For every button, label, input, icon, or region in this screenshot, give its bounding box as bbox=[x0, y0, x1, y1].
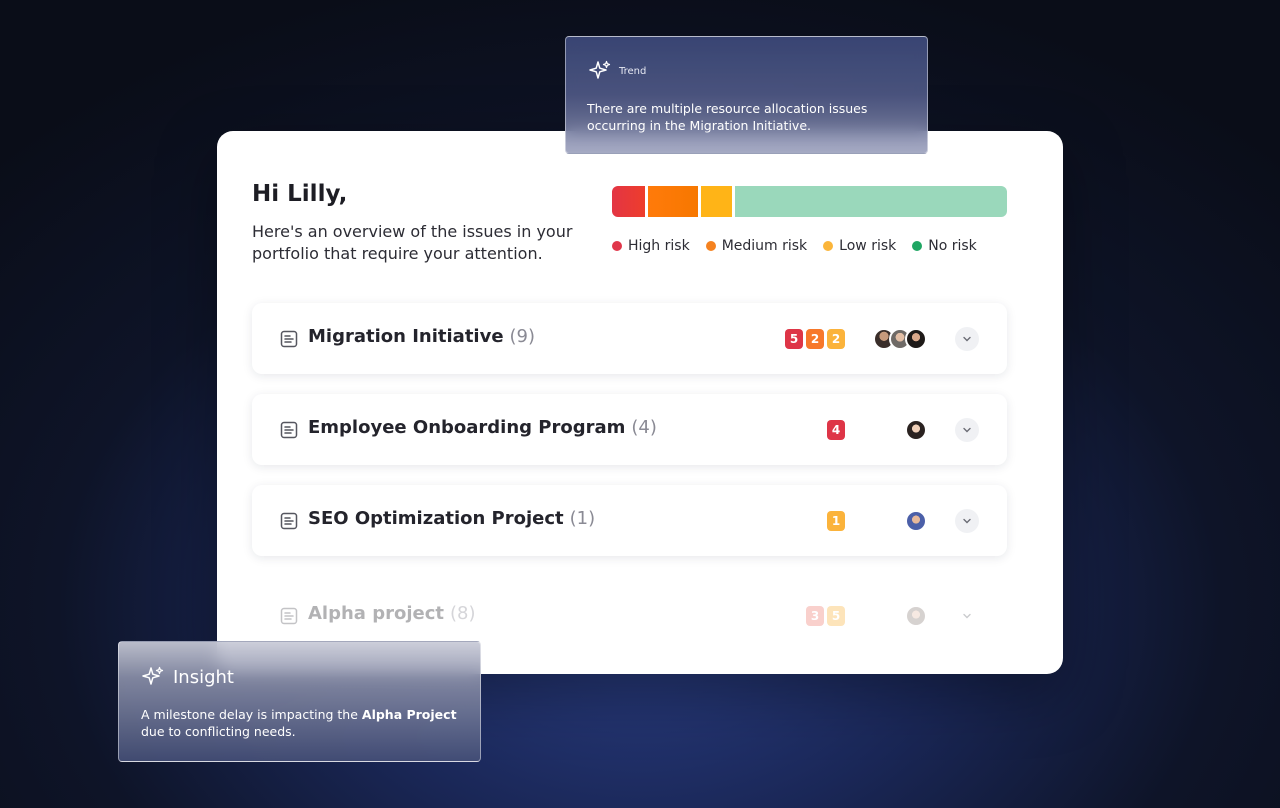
expand-button[interactable] bbox=[955, 604, 979, 628]
low-risk-badge: 5 bbox=[827, 606, 845, 626]
expand-button[interactable] bbox=[955, 327, 979, 351]
insight-label: Insight bbox=[173, 667, 234, 688]
insight-text-before: A milestone delay is impacting the bbox=[141, 707, 362, 722]
risk-bar-medium bbox=[648, 186, 698, 217]
chevron-down-icon bbox=[963, 613, 971, 619]
avatar bbox=[905, 419, 927, 441]
project-row-employee-onboarding[interactable]: Employee Onboarding Program (4) 4 bbox=[252, 394, 1007, 465]
project-name: Alpha project (8) bbox=[308, 603, 476, 624]
document-icon bbox=[280, 421, 298, 439]
insight-text-after: due to conflicting needs. bbox=[141, 724, 296, 739]
risk-legend: High risk Medium risk Low risk No risk bbox=[612, 238, 977, 254]
avatar bbox=[905, 510, 927, 532]
legend-label: No risk bbox=[928, 238, 977, 254]
legend-label: Medium risk bbox=[721, 238, 808, 254]
document-icon bbox=[280, 330, 298, 348]
legend-dot-icon bbox=[912, 241, 923, 251]
trend-callout: Trend There are multiple resource alloca… bbox=[565, 36, 928, 154]
issue-count: (4) bbox=[631, 417, 657, 438]
project-row-seo-optimization[interactable]: SEO Optimization Project (1) 1 bbox=[252, 485, 1007, 556]
issue-count: (8) bbox=[450, 603, 476, 624]
issue-count: (1) bbox=[569, 508, 596, 529]
legend-item-medium: Medium risk bbox=[705, 238, 808, 254]
document-icon bbox=[280, 607, 298, 625]
greeting-heading: Hi Lilly, bbox=[252, 181, 348, 207]
trend-label: Trend bbox=[619, 66, 647, 77]
assignee-avatars bbox=[905, 605, 927, 627]
low-risk-badge: 2 bbox=[827, 329, 845, 349]
legend-label: Low risk bbox=[839, 238, 897, 254]
project-row-migration-initiative[interactable]: Migration Initiative (9) 5 2 2 bbox=[252, 303, 1007, 374]
legend-item-low: Low risk bbox=[823, 238, 896, 254]
assignee-avatars bbox=[873, 328, 927, 350]
issue-count: (9) bbox=[509, 326, 536, 347]
expand-button[interactable] bbox=[955, 509, 979, 533]
legend-dot-icon bbox=[705, 241, 716, 251]
legend-dot-icon bbox=[823, 241, 834, 251]
legend-dot-icon bbox=[612, 241, 622, 251]
assignee-avatars bbox=[905, 419, 927, 441]
risk-bar-high bbox=[612, 186, 645, 217]
sparkle-icon bbox=[589, 60, 611, 79]
insight-text: A milestone delay is impacting the Alpha… bbox=[141, 706, 461, 740]
high-risk-badge: 4 bbox=[827, 420, 845, 440]
risk-bar-low bbox=[701, 186, 732, 217]
project-name: Employee Onboarding Program (4) bbox=[308, 417, 657, 438]
project-name: Migration Initiative (9) bbox=[308, 326, 535, 347]
high-risk-badge: 3 bbox=[806, 606, 824, 626]
risk-badges: 1 bbox=[827, 511, 845, 531]
medium-risk-badge: 2 bbox=[806, 329, 824, 349]
portfolio-overview-card: Hi Lilly, Here's an overview of the issu… bbox=[217, 131, 1063, 674]
risk-bar-none bbox=[735, 186, 1007, 217]
legend-label: High risk bbox=[628, 238, 690, 254]
insight-callout: Insight A milestone delay is impacting t… bbox=[118, 641, 481, 762]
document-icon bbox=[280, 512, 298, 530]
high-risk-badge: 5 bbox=[785, 329, 803, 349]
project-name: SEO Optimization Project (1) bbox=[308, 508, 595, 529]
chevron-down-icon bbox=[963, 427, 971, 433]
risk-badges: 3 5 bbox=[806, 606, 845, 626]
legend-item-none: No risk bbox=[912, 238, 977, 254]
trend-text: There are multiple resource allocation i… bbox=[587, 101, 868, 133]
chevron-down-icon bbox=[963, 518, 971, 524]
overview-subtitle: Here's an overview of the issues in your… bbox=[252, 222, 573, 263]
sparkle-icon bbox=[142, 666, 164, 685]
risk-badges: 5 2 2 bbox=[785, 329, 845, 349]
project-title: Alpha project bbox=[308, 603, 444, 624]
legend-item-high: High risk bbox=[612, 238, 690, 254]
project-title: Employee Onboarding Program bbox=[308, 417, 626, 438]
risk-badges: 4 bbox=[827, 420, 845, 440]
low-risk-badge: 1 bbox=[827, 511, 845, 531]
project-title: SEO Optimization Project bbox=[308, 508, 564, 529]
expand-button[interactable] bbox=[955, 418, 979, 442]
insight-project-link: Alpha Project bbox=[361, 707, 457, 722]
risk-distribution-bar bbox=[612, 186, 1007, 217]
project-title: Migration Initiative bbox=[308, 326, 504, 347]
avatar bbox=[905, 328, 927, 350]
avatar bbox=[905, 605, 927, 627]
screenshot-frame: Hi Lilly, Here's an overview of the issu… bbox=[0, 0, 1280, 808]
chevron-down-icon bbox=[963, 336, 971, 342]
assignee-avatars bbox=[905, 510, 927, 532]
